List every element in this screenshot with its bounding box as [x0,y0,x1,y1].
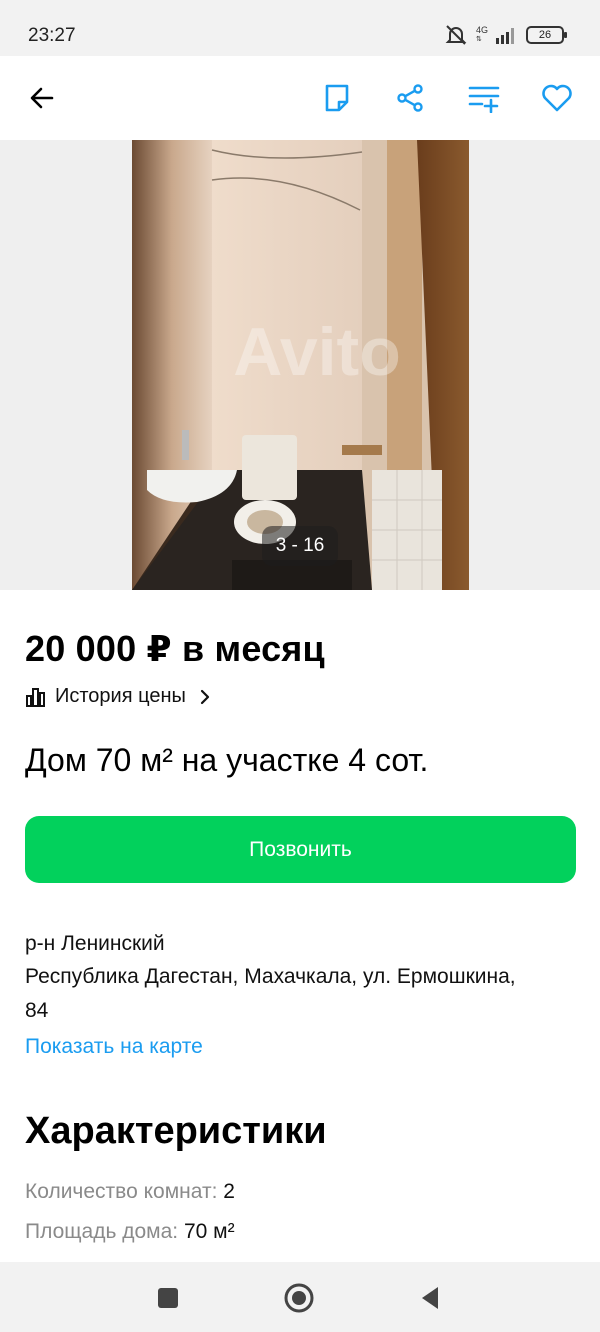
photo-gallery[interactable]: Avito 3 - 16 [0,140,600,590]
back-arrow-icon [30,87,54,109]
watermark-text: Avito [233,314,400,390]
app-bar [0,56,600,140]
compare-list-icon [468,86,500,113]
back-button[interactable] [22,78,62,118]
favorite-button[interactable] [537,78,577,118]
network-indicator: 4G ⇅ [475,25,488,44]
address-district: р-н Ленинский [25,932,165,955]
address-line-2: 84 [25,999,49,1022]
characteristics-title: Характеристики [25,1110,327,1152]
show-on-map-link[interactable]: Показать на карте [25,1035,203,1059]
characteristic-label: Площадь дома: [25,1220,179,1243]
characteristic-row: Площадь дома: 70 м² [25,1220,235,1244]
price: 20 000 ₽ в месяц [25,628,325,669]
home-button[interactable] [283,1282,315,1314]
status-bar: 23:27 4G ⇅ 26 [0,0,600,56]
status-time: 23:27 [28,25,76,46]
address-line-1: Республика Дагестан, Махачкала, ул. Ермо… [25,965,516,988]
signal-icon [496,28,514,44]
compare-button[interactable] [464,78,504,118]
characteristic-value: 2 [223,1180,235,1203]
bathroom-photo: Avito [132,140,469,590]
favorite-heart-icon [542,84,572,112]
bar-chart-icon [26,687,45,707]
call-button[interactable]: Позвонить [25,816,576,883]
back-triangle-icon [422,1287,438,1309]
recents-square-icon [158,1288,178,1308]
battery-icon: 26 [526,26,567,44]
characteristic-row: Количество комнат: 2 [25,1180,235,1204]
characteristic-value: 70 м² [183,1220,235,1243]
chevron-right-icon [200,689,209,704]
share-icon [397,84,423,112]
status-icons: 4G ⇅ 26 [444,24,567,46]
back-nav-button[interactable] [414,1282,446,1314]
recents-button[interactable] [152,1282,184,1314]
price-history-link[interactable]: История цены [25,685,212,708]
share-button[interactable] [390,78,430,118]
listing-photo[interactable]: Avito [132,140,469,590]
note-icon [325,84,349,112]
characteristic-label: Количество комнат: [25,1180,218,1203]
system-navigation-bar [0,1262,600,1332]
listing-title: Дом 70 м² на участке 4 сот. [25,742,429,778]
home-circle-icon [284,1283,314,1313]
network-type: 4G [475,25,488,35]
photo-counter: 3 - 16 [262,526,338,566]
mute-bell-icon [445,25,467,45]
price-history-label: История цены [55,685,186,707]
note-button[interactable] [317,78,357,118]
